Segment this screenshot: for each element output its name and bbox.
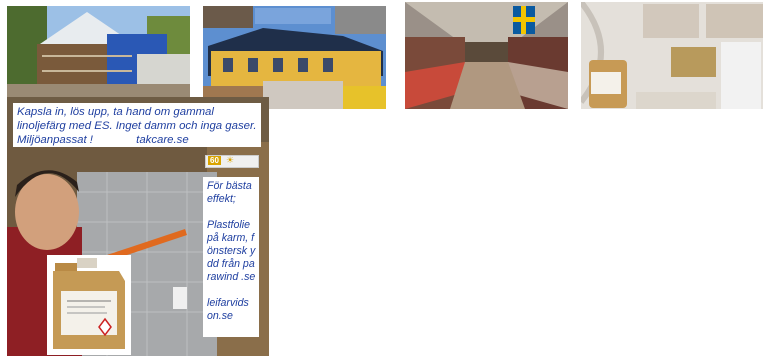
collage-header-caption: Kapsla in, lös upp, ta hand om gammal li… [13, 103, 261, 147]
gallery-thumbnail-2[interactable] [203, 6, 386, 109]
ceiling-plaster-collage [581, 2, 763, 109]
product-badge: 60 ☀ [205, 155, 259, 168]
side-line-2: Plastfolie på karm, fönstersk ydd från p… [207, 219, 256, 283]
sun-icon: ☀ [226, 155, 235, 165]
badge-number: 60 [208, 156, 221, 165]
scaffolded-house-photo [7, 6, 190, 97]
product-jug [47, 255, 131, 355]
side-line-1: För bästa effekt; [207, 180, 252, 205]
side-line-3: leifarvids on.se [207, 297, 249, 322]
brand-text: takcare.se [136, 134, 189, 146]
collage-side-caption: För bästa effekt; Plastfolie på karm, fö… [203, 177, 259, 337]
gallery-thumbnail-4[interactable] [581, 2, 763, 109]
products-collage[interactable]: Kapsla in, lös upp, ta hand om gammal li… [7, 97, 269, 356]
gallery-thumbnail-1[interactable] [7, 6, 190, 97]
market-hall-photo [405, 2, 568, 109]
yellow-house-collage [203, 6, 386, 109]
gallery-thumbnail-3[interactable] [405, 2, 568, 109]
